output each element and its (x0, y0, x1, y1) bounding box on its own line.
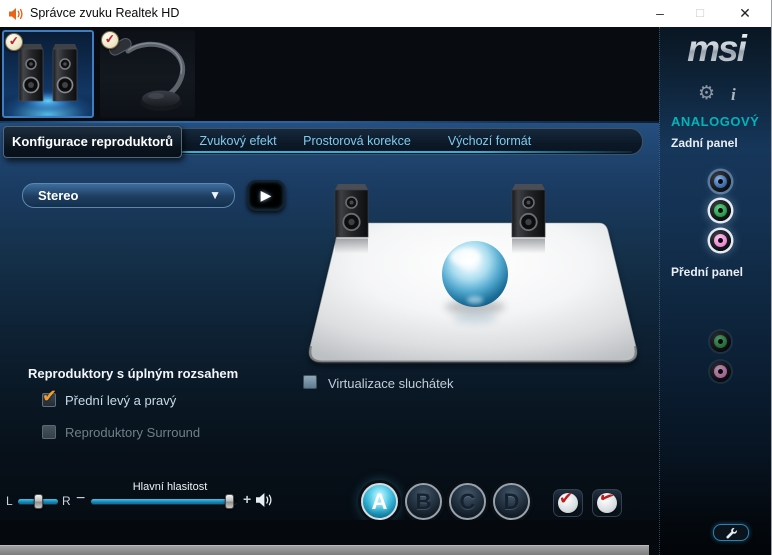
jack-line-out-green[interactable] (710, 200, 731, 221)
msi-logo: msi (660, 28, 771, 70)
titlebar: Správce zvuku Realtek HD – □ ✕ (0, 0, 771, 27)
speaker-volume-icon (256, 493, 272, 507)
surround-speakers-label: Reproduktory Surround (65, 425, 201, 440)
red-check-icon: ✔ (559, 489, 574, 508)
surround-speakers-checkbox[interactable] (42, 425, 56, 439)
chevron-down-icon: ▼ (209, 188, 221, 202)
balance-slider-thumb[interactable] (34, 494, 43, 509)
main-volume-label: Hlavní hlasitost (132, 481, 208, 493)
back-panel-label: Zadní panel (671, 136, 738, 150)
profile-button-d[interactable]: D (493, 483, 530, 520)
balance-slider[interactable] (18, 494, 58, 509)
tab-bar: Konfigurace reproduktorů Zvukový efekt P… (3, 126, 643, 158)
jack-front-headphone-green[interactable] (710, 331, 731, 352)
volume-fill (91, 499, 230, 504)
speaker-scene-illustration (308, 183, 638, 364)
device-tab-speakers[interactable]: ✔ (2, 30, 94, 118)
device-tab-microphone[interactable]: ✔ (100, 30, 195, 118)
device-advanced-settings-button[interactable] (713, 524, 749, 541)
volume-slider-thumb[interactable] (224, 494, 234, 509)
gear-icon[interactable]: ⚙ (698, 84, 715, 104)
set-default-device-button[interactable]: ✔ (553, 489, 583, 517)
tab-room-correction[interactable]: Prostorová korekce (296, 129, 418, 154)
profile-button-a[interactable]: A (361, 483, 398, 520)
jack-front-mic-pink[interactable] (710, 361, 731, 382)
minimize-button[interactable]: – (642, 0, 678, 26)
info-icon[interactable]: i (731, 85, 736, 105)
check-icon: ✔ (42, 386, 58, 406)
set-default-communication-device-button[interactable]: ✔ (592, 486, 622, 517)
speaker-channel-dropdown[interactable]: Stereo ▼ (22, 183, 235, 208)
volume-minus-label: − (76, 490, 86, 507)
realtek-audio-manager-window: Správce zvuku Realtek HD – □ ✕ ✔ ✔ Konfi… (0, 0, 772, 555)
close-button[interactable]: ✕ (724, 0, 766, 26)
dropdown-selected-value: Stereo (38, 188, 79, 203)
play-icon: ▶ (260, 187, 272, 203)
tab-sound-effect[interactable]: Zvukový efekt (186, 129, 290, 154)
front-left-right-checkbox[interactable]: ✔ (42, 386, 57, 407)
speakers-device-icon (14, 43, 82, 114)
profile-button-b[interactable]: B (405, 483, 442, 520)
balance-left-label: L (6, 494, 13, 508)
default-device-check-icon: ✔ (5, 33, 23, 51)
tab-default-format[interactable]: Výchozí formát (431, 129, 548, 154)
front-left-right-label: Přední levý a pravý (65, 393, 177, 408)
app-speaker-icon (9, 8, 23, 20)
jack-mic-in-pink[interactable] (710, 230, 731, 251)
front-panel-label: Přední panel (671, 265, 744, 279)
test-sound-play-button[interactable]: ▶ (247, 180, 285, 211)
balance-right-label: R (62, 494, 71, 508)
analog-heading: ANALOGOVÝ (671, 114, 760, 129)
maximize-button[interactable]: □ (682, 0, 718, 26)
tab-speaker-configuration[interactable]: Konfigurace reproduktorů (3, 126, 182, 158)
device-strip: ✔ ✔ (0, 27, 659, 121)
bottom-strip (0, 520, 659, 545)
window-bottom-edge (0, 545, 649, 555)
window-title: Správce zvuku Realtek HD (30, 6, 180, 20)
main-volume-slider[interactable] (91, 494, 237, 509)
jack-line-in-blue[interactable] (710, 171, 731, 192)
profile-button-c[interactable]: C (449, 483, 486, 520)
speaker-configuration-panel: Konfigurace reproduktorů Zvukový efekt P… (0, 121, 659, 520)
window-body: ✔ ✔ Konfigurace reproduktorů Zvukový efe… (0, 27, 771, 555)
volume-plus-label: + (243, 491, 252, 507)
headphone-virtualization-checkbox[interactable] (303, 375, 317, 389)
microphone-device-icon (108, 37, 185, 111)
connector-sidebar: msi ⚙ i ANALOGOVÝ Zadní panel Přední pan… (659, 27, 771, 555)
headphone-virtualization-label: Virtualizace sluchátek (328, 376, 454, 391)
default-device-check-icon: ✔ (101, 31, 119, 49)
wrench-icon (726, 527, 737, 538)
full-range-speakers-heading: Reproduktory s úplným rozsahem (28, 366, 239, 381)
